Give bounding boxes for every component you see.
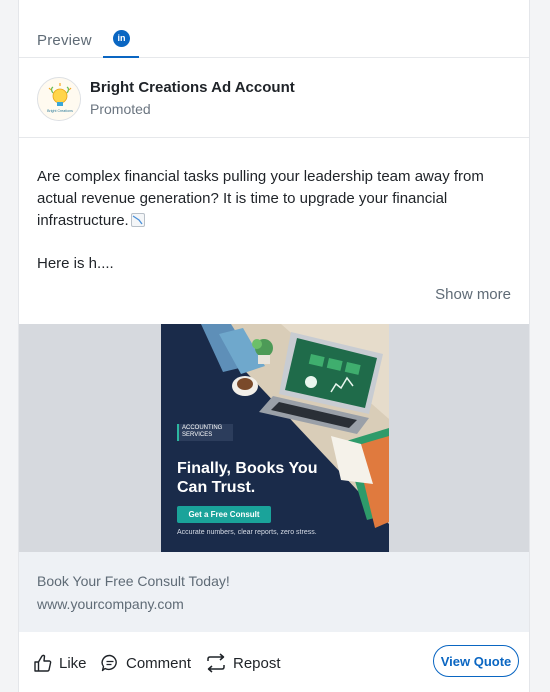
thumbs-up-icon xyxy=(34,654,52,672)
post-text: Are complex financial tasks pulling your… xyxy=(37,168,484,229)
show-more-link[interactable]: Show more xyxy=(435,286,511,303)
service-tag: ACCOUNTING SERVICES xyxy=(177,424,233,441)
chart-decreasing-icon xyxy=(130,213,145,227)
tab-preview[interactable]: Preview xyxy=(37,32,92,49)
link-url[interactable]: www.yourcompany.com xyxy=(37,596,184,612)
comment-button[interactable]: Comment xyxy=(100,652,191,674)
account-name[interactable]: Bright Creations Ad Account xyxy=(90,79,295,96)
link-preview[interactable]: Book Your Free Consult Today! www.yourco… xyxy=(19,552,529,632)
creative-cta: Get a Free Consult xyxy=(177,506,271,523)
logo-text: Bright Creations xyxy=(47,109,73,113)
like-label: Like xyxy=(59,654,87,672)
comment-label: Comment xyxy=(126,654,192,672)
post-text-truncated: Here is h.... xyxy=(37,255,114,272)
action-bar: Like Comment Repost View Quote xyxy=(19,632,529,692)
account-avatar[interactable]: Bright Creations xyxy=(37,77,81,121)
link-headline[interactable]: Book Your Free Consult Today! xyxy=(37,573,230,589)
lightbulb-logo-icon: Bright Creations xyxy=(38,78,80,120)
ad-preview-card: Preview in Bright Creations Bright Creat… xyxy=(18,0,530,692)
repost-icon xyxy=(207,653,225,673)
comment-icon xyxy=(101,654,117,672)
repost-label: Repost xyxy=(233,654,281,672)
post-header: Bright Creations Bright Creations Ad Acc… xyxy=(19,58,529,138)
creative-footnote: Accurate numbers, clear reports, zero st… xyxy=(177,529,317,536)
post-body: Are complex financial tasks pulling your… xyxy=(37,166,517,232)
preview-tabs: Preview in xyxy=(19,0,529,58)
view-quote-button[interactable]: View Quote xyxy=(433,645,519,677)
ad-media[interactable]: ACCOUNTING SERVICES Finally, Books You C… xyxy=(19,324,529,552)
creative-headline: Finally, Books You Can Trust. xyxy=(177,460,318,496)
post-text-paragraph: Are complex financial tasks pulling your… xyxy=(37,166,517,232)
like-button[interactable]: Like xyxy=(33,652,87,674)
tab-linkedin[interactable]: in xyxy=(103,24,139,58)
repost-button[interactable]: Repost xyxy=(205,652,281,674)
linkedin-icon: in xyxy=(113,30,130,47)
promoted-label: Promoted xyxy=(90,101,151,117)
ad-creative-image: ACCOUNTING SERVICES Finally, Books You C… xyxy=(161,324,389,552)
